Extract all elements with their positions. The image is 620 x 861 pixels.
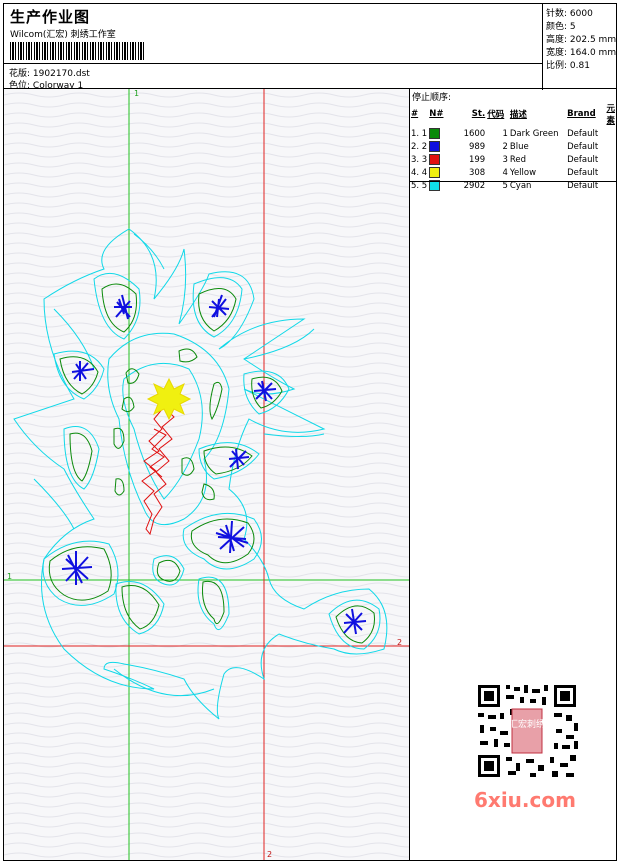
- scale-value: 0.81: [569, 61, 590, 71]
- color-swatch: [429, 128, 441, 139]
- row-index: 4. 4: [411, 167, 428, 178]
- row-swatch: [428, 127, 457, 140]
- table-row: 4. 4 308 4 Yellow Default: [410, 166, 616, 179]
- color-swatch: [429, 154, 441, 165]
- page-title: 生产作业图: [10, 8, 91, 26]
- color-table: # N# St. 代码 描述 Brand 元素 1. 1 1600 1 Dark…: [410, 101, 616, 192]
- row-code: 3: [502, 154, 508, 165]
- width-label: 宽度:: [546, 48, 568, 58]
- design-info: 花版: 1902170.dst 色位: Colorway 1: [4, 63, 542, 91]
- guide-h2-label: 2: [397, 638, 402, 647]
- col-header-stitches: St.: [471, 109, 486, 119]
- row-stitches: 989: [468, 141, 486, 152]
- row-index: 1. 1: [411, 128, 428, 139]
- header-panel: 生产作业图 Wilcom(汇宏) 刺绣工作室 花版: 1902170.dst 色…: [3, 3, 619, 91]
- qr-code: 汇宏刺绣: [470, 679, 584, 783]
- row-description: Blue: [509, 141, 529, 152]
- row-stitches: 199: [468, 154, 486, 165]
- guide-v2-label: 2: [267, 850, 272, 859]
- table-row: 1. 1 1600 1 Dark Green Default: [410, 127, 616, 140]
- height-value: 202.5 mm: [569, 35, 617, 45]
- seal-text: 汇宏刺绣: [509, 718, 545, 730]
- col-header-needle: N#: [429, 109, 444, 119]
- row-swatch: [428, 166, 457, 179]
- row-code: 4: [502, 167, 508, 178]
- watermark: 6xiu.com: [474, 788, 576, 812]
- row-swatch: [428, 140, 457, 153]
- table-row: 2. 2 989 2 Blue Default: [410, 140, 616, 153]
- seal-stamp: [511, 708, 543, 754]
- row-stitches: 308: [468, 167, 486, 178]
- table-divider: [410, 181, 616, 182]
- scale-label: 比例:: [546, 61, 568, 71]
- color-swatch: [429, 141, 441, 152]
- color-swatch: [429, 167, 441, 178]
- row-swatch: [428, 153, 457, 166]
- col-header-code: 代码: [487, 110, 505, 120]
- col-header-index: #: [411, 109, 419, 119]
- row-index: 3. 3: [411, 154, 428, 165]
- stats-panel: 针数: 6000 颜色: 5 高度: 202.5 mm 宽度: 164.0 mm…: [542, 4, 619, 90]
- col-header-brand: Brand: [567, 109, 596, 119]
- height-label: 高度:: [546, 35, 568, 45]
- colors-label: 颜色:: [546, 22, 568, 32]
- row-brand: Default: [567, 128, 599, 139]
- row-description: Dark Green: [509, 128, 559, 139]
- row-code: 1: [502, 128, 508, 139]
- qr-code-image: 汇宏刺绣: [470, 679, 584, 783]
- stitches-label: 针数:: [546, 9, 568, 19]
- row-stitches: 1600: [463, 128, 486, 139]
- guide-v1-label: 1: [134, 89, 139, 98]
- design-canvas: 1 1 2 2: [3, 88, 410, 861]
- col-header-description: 描述: [509, 110, 527, 120]
- width-value: 164.0 mm: [569, 48, 617, 58]
- row-brand: Default: [567, 141, 599, 152]
- row-code: 2: [502, 141, 508, 152]
- row-brand: Default: [567, 167, 599, 178]
- barcode: [10, 42, 144, 60]
- col-header-element: 元素: [606, 104, 615, 126]
- stitches-value: 6000: [569, 9, 593, 19]
- row-description: Red: [509, 154, 527, 165]
- table-row: 3. 3 199 3 Red Default: [410, 153, 616, 166]
- company-name: Wilcom(汇宏) 刺绣工作室: [10, 30, 116, 40]
- row-description: Yellow: [509, 167, 537, 178]
- embroidery-preview: 1 1 2 2: [4, 89, 409, 860]
- guide-h1-label: 1: [7, 572, 12, 581]
- row-brand: Default: [567, 154, 599, 165]
- table-header-row: # N# St. 代码 描述 Brand 元素: [410, 101, 616, 127]
- yellow-stitch-layer: [146, 377, 192, 421]
- colors-value: 5: [569, 22, 576, 32]
- row-index: 2. 2: [411, 141, 428, 152]
